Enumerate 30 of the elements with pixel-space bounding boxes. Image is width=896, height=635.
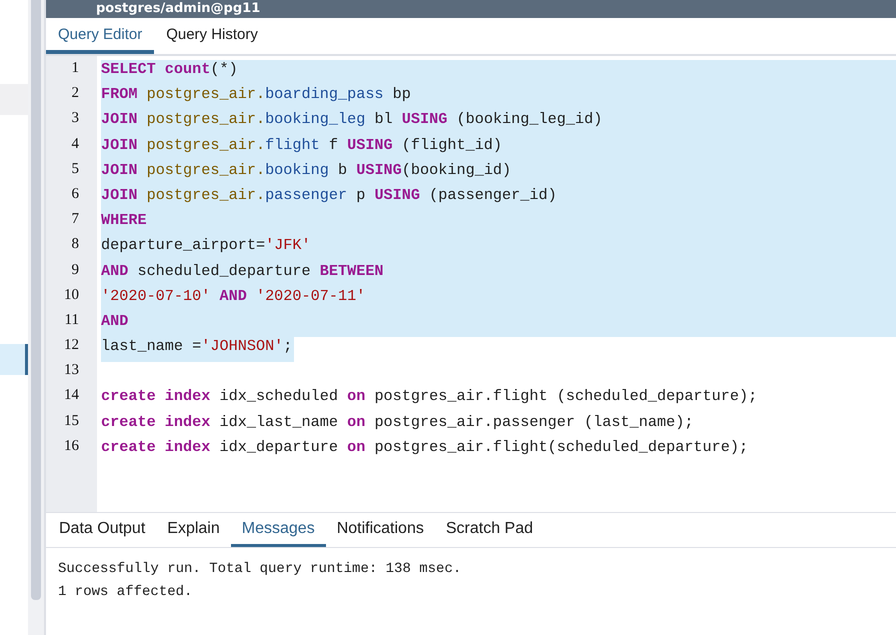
message-line: 1 rows affected. bbox=[58, 583, 194, 602]
line-number: 10 bbox=[63, 286, 80, 305]
line-number: 8 bbox=[70, 236, 80, 254]
line-number: 6 bbox=[70, 186, 80, 204]
message-line: Successfully run. Total query runtime: 138 msec. bbox=[58, 560, 462, 579]
connection-title: postgres/admin@pg11 bbox=[96, 1, 260, 17]
editor-tab[interactable]: Query History bbox=[154, 18, 270, 54]
code-line: create index idx_scheduled on postgres_air.flight (scheduled_departure); bbox=[101, 387, 758, 408]
output-tab[interactable]: Data Output bbox=[48, 513, 156, 547]
output-tab[interactable]: Explain bbox=[156, 513, 231, 547]
line-number: 4 bbox=[70, 136, 80, 154]
output-tab[interactable]: Messages bbox=[230, 513, 326, 547]
line-number: 11 bbox=[64, 312, 80, 330]
line-number: 2 bbox=[70, 85, 80, 104]
output-tab[interactable]: Notifications bbox=[326, 513, 435, 547]
sidebar-row[interactable] bbox=[0, 344, 28, 375]
code-line: create index idx_departure on postgres_air.flight(scheduled_departure); bbox=[101, 438, 750, 458]
line-number: 5 bbox=[70, 160, 80, 179]
line-number: 15 bbox=[63, 412, 80, 431]
line-number: 3 bbox=[70, 110, 80, 128]
line-number: 13 bbox=[63, 362, 80, 380]
line-number: 7 bbox=[70, 211, 80, 230]
line-number: 9 bbox=[70, 262, 80, 280]
scrollbar-thumb[interactable] bbox=[31, 0, 41, 600]
code-line: create index idx_last_name on postgres_air.passenger (last_name); bbox=[101, 412, 694, 433]
output-tab[interactable]: Scratch Pad bbox=[434, 513, 544, 547]
line-number: 12 bbox=[63, 337, 80, 356]
line-number: 16 bbox=[63, 438, 80, 456]
line-number: 1 bbox=[70, 60, 80, 78]
line-number: 14 bbox=[63, 387, 80, 406]
